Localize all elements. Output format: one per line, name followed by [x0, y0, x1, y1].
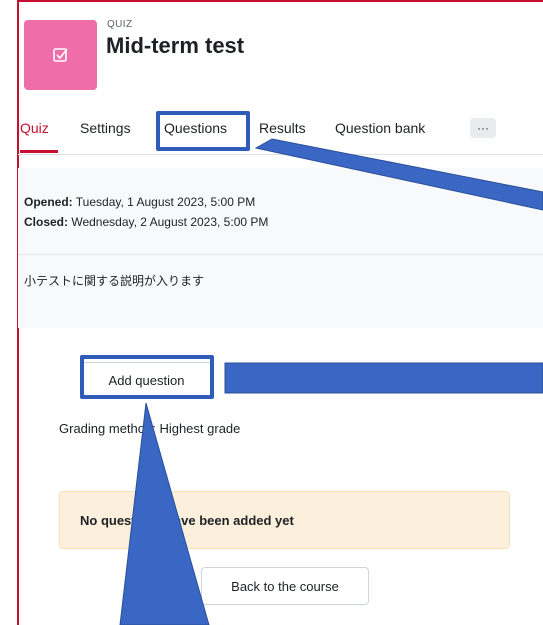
annotation-overlay — [119, 138, 543, 625]
arrow-up-to-add-question — [119, 402, 210, 625]
arrow-to-add-question — [224, 362, 543, 394]
arrow-to-questions-tab — [254, 138, 543, 211]
